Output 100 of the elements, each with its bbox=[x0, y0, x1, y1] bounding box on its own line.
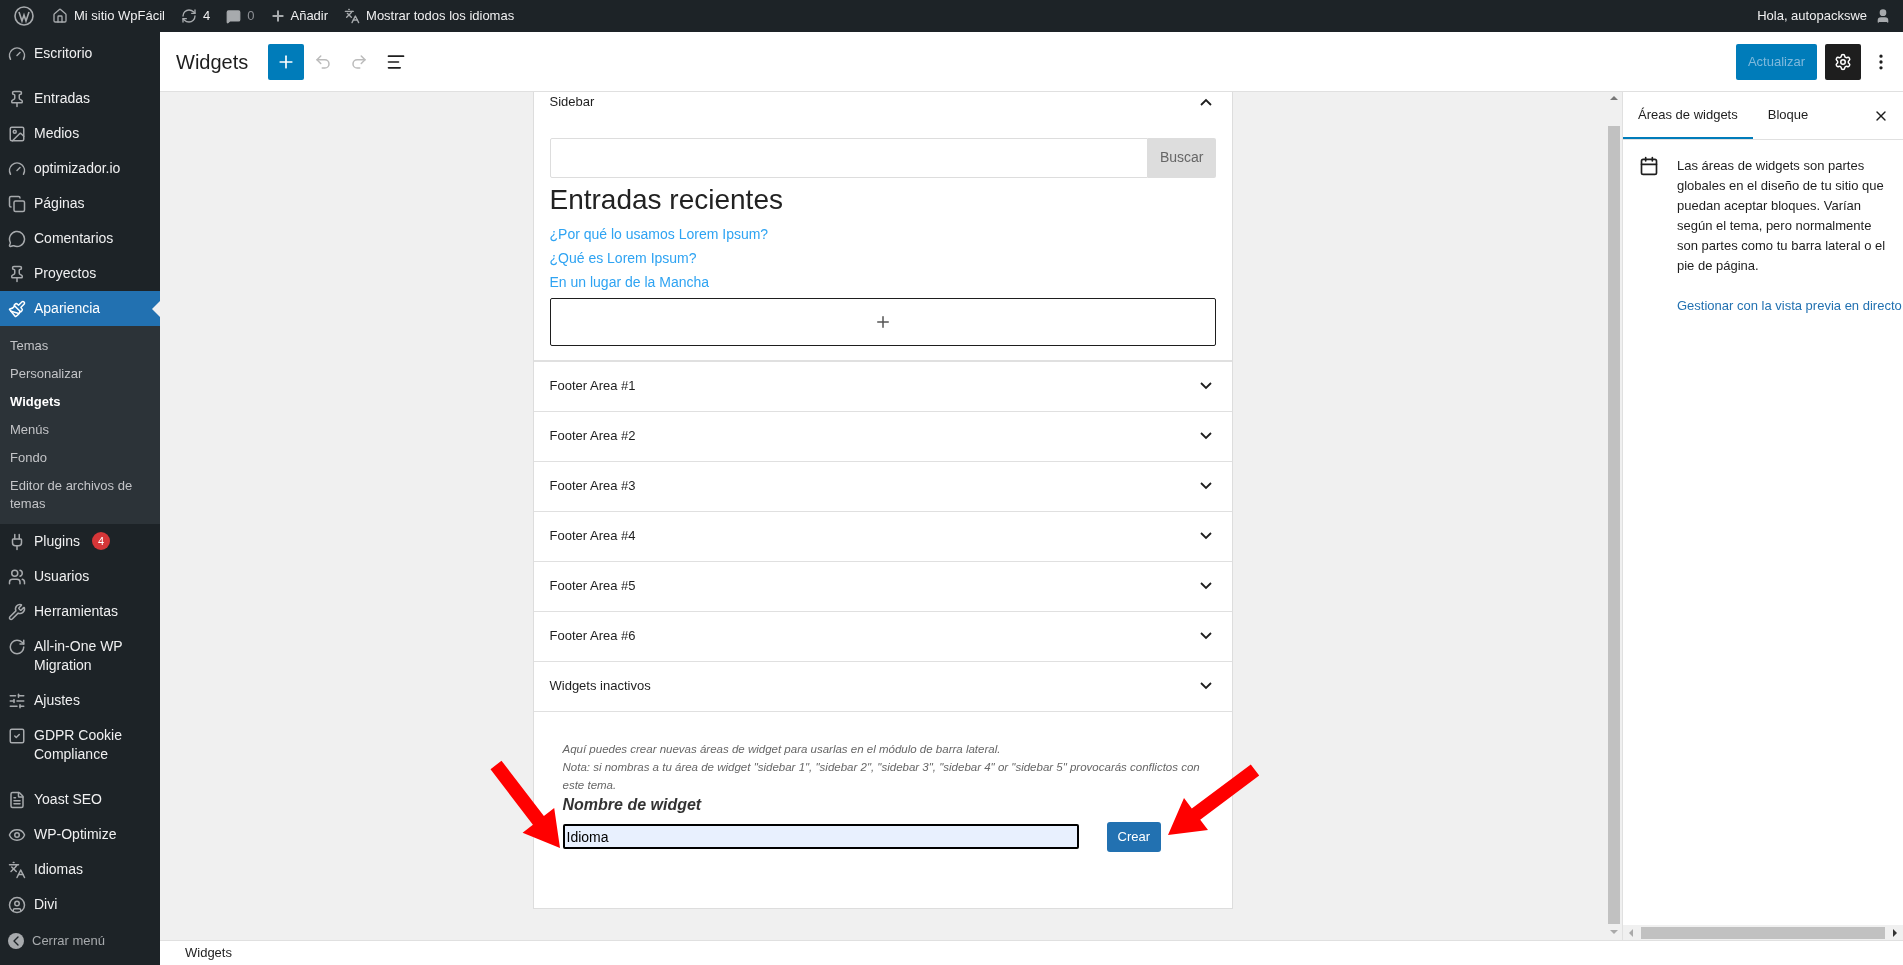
create-button[interactable]: Crear bbox=[1106, 821, 1161, 852]
submenu-item[interactable]: Menús bbox=[0, 416, 160, 444]
menu-icon bbox=[8, 603, 26, 621]
menu-icon bbox=[8, 692, 26, 710]
greeting-link[interactable]: Hola, autopackswe bbox=[1757, 6, 1867, 26]
menu-item[interactable]: Plugins 4 bbox=[0, 524, 160, 559]
menu-label: Medios bbox=[34, 124, 80, 143]
menu-label: Yoast SEO bbox=[34, 790, 102, 809]
vertical-scrollbar[interactable] bbox=[1605, 92, 1622, 940]
menu-label: WP-Optimize bbox=[34, 825, 117, 844]
submenu-item[interactable]: Temas bbox=[0, 332, 160, 360]
note-text: Nota: si nombras a tu área de widget "sidebar 1", "sidebar 2", "sidebar 3", "sidebar 4" or "sidebar 5" provocarás conflictos con este tema. bbox=[562, 759, 1201, 793]
menu-item[interactable]: Comentarios bbox=[0, 221, 160, 256]
area-title: Footer Area #3 bbox=[549, 477, 636, 496]
menu-item[interactable]: Herramientas bbox=[0, 594, 160, 629]
widget-heading: Entradas recientes bbox=[549, 182, 784, 217]
panel-description: Las áreas de widgets son partes globales en el diseño de tu sitio que puedan aceptar bloques. Varían según el tema, pero normalmente son partes como tu barra lateral o el pie de página. bbox=[1677, 157, 1887, 275]
menu-icon bbox=[8, 125, 26, 143]
updates-icon bbox=[181, 8, 197, 24]
menu-item[interactable]: Medios bbox=[0, 116, 160, 151]
live-preview-link[interactable]: Gestionar con la vista previa en directo bbox=[1623, 296, 1903, 316]
area-header[interactable]: Widgets inactivos bbox=[533, 661, 1232, 712]
note-text: Aquí puedes crear nuevas áreas de widget para usarlas en el módulo de barra lateral. bbox=[562, 741, 1002, 757]
expand-chevron-icon bbox=[1199, 582, 1212, 590]
comments-count[interactable]: 0 bbox=[247, 6, 255, 26]
menu-label: optimizador.io bbox=[34, 159, 121, 178]
area-header[interactable]: Footer Area #6 bbox=[533, 611, 1232, 662]
menu-icon bbox=[8, 230, 26, 248]
area-title: Footer Area #5 bbox=[549, 577, 636, 596]
menu-item[interactable]: optimizador.io bbox=[0, 151, 160, 186]
area-header[interactable]: Footer Area #5 bbox=[533, 561, 1232, 612]
submenu-item[interactable]: Editor de archivos de temas bbox=[0, 472, 160, 518]
widget-area-icon bbox=[1639, 156, 1659, 176]
menu-icon bbox=[8, 195, 26, 213]
new-link[interactable]: Añadir bbox=[290, 6, 329, 26]
menu-label: Apariencia bbox=[34, 299, 101, 318]
menu-icon bbox=[8, 45, 26, 63]
wordpress-logo-icon bbox=[14, 6, 34, 26]
horizontal-scrollbar[interactable] bbox=[1623, 925, 1903, 940]
menu-icon bbox=[8, 727, 26, 745]
page-title: Widgets bbox=[176, 49, 249, 75]
menu-item[interactable]: Yoast SEO bbox=[0, 782, 160, 817]
area-title: Footer Area #1 bbox=[549, 377, 636, 396]
submenu-item[interactable]: Widgets bbox=[0, 388, 160, 416]
panel-tab[interactable]: Bloque bbox=[1752, 92, 1824, 139]
menu-item[interactable]: Escritorio bbox=[0, 36, 160, 71]
area-title: Footer Area #2 bbox=[549, 427, 636, 446]
menu-icon bbox=[8, 826, 26, 844]
search-button[interactable]: Buscar bbox=[1147, 137, 1216, 178]
settings-button[interactable] bbox=[1825, 43, 1861, 80]
site-link[interactable]: Mi sitio WpFácil bbox=[74, 6, 165, 26]
menu-label: Proyectos bbox=[34, 264, 97, 283]
breadcrumb[interactable]: Widgets bbox=[185, 943, 232, 963]
menu-item[interactable]: Usuarios bbox=[0, 559, 160, 594]
menu-item[interactable]: GDPR Cookie Compliance bbox=[0, 718, 160, 772]
submenu-item[interactable]: Personalizar bbox=[0, 360, 160, 388]
menu-item[interactable]: Proyectos bbox=[0, 256, 160, 291]
area-title: Sidebar bbox=[549, 93, 595, 111]
area-header[interactable]: Footer Area #4 bbox=[533, 511, 1232, 562]
menu-icon bbox=[8, 791, 26, 809]
comment-icon bbox=[226, 8, 242, 24]
collapse-icon bbox=[8, 932, 24, 949]
menu-item[interactable]: Páginas bbox=[0, 186, 160, 221]
menu-label: GDPR Cookie Compliance bbox=[34, 726, 123, 764]
field-label: Nombre de widget bbox=[562, 794, 703, 815]
area-title: Widgets inactivos bbox=[549, 677, 651, 696]
menu-label: Idiomas bbox=[34, 860, 84, 879]
search-input-field[interactable] bbox=[549, 137, 1148, 178]
menu-label: Escritorio bbox=[34, 44, 93, 63]
expand-chevron-icon bbox=[1199, 632, 1212, 640]
menu-icon bbox=[8, 638, 26, 656]
expand-chevron-icon bbox=[1199, 682, 1212, 690]
updates-count[interactable]: 4 bbox=[203, 6, 211, 26]
translate-icon bbox=[344, 8, 361, 24]
menu-item[interactable]: Ajustes bbox=[0, 683, 160, 718]
area-header[interactable]: Footer Area #1 bbox=[533, 361, 1232, 412]
languages-link[interactable]: Mostrar todos los idiomas bbox=[366, 6, 515, 26]
home-icon bbox=[52, 8, 68, 24]
submenu-item[interactable]: Fondo bbox=[0, 444, 160, 472]
menu-icon bbox=[8, 861, 26, 879]
panel-tab[interactable]: Áreas de widgets bbox=[1623, 92, 1753, 139]
menu-item[interactable]: WP-Optimize bbox=[0, 817, 160, 852]
widget-name-input-field[interactable]: Idioma bbox=[562, 824, 1079, 849]
count-badge: 4 bbox=[91, 532, 111, 550]
area-header[interactable]: Sidebar bbox=[549, 92, 1216, 112]
menu-label: Herramientas bbox=[34, 602, 119, 621]
menu-label: Páginas bbox=[34, 194, 85, 213]
menu-label: Usuarios bbox=[34, 567, 90, 586]
menu-item[interactable]: All-in-One WP Migration bbox=[0, 629, 160, 683]
area-header[interactable]: Footer Area #3 bbox=[533, 461, 1232, 512]
collapse-menu-button[interactable]: Cerrar menú bbox=[0, 924, 160, 958]
menu-item[interactable]: Apariencia bbox=[0, 291, 160, 326]
area-header[interactable]: Footer Area #2 bbox=[533, 411, 1232, 462]
menu-item[interactable]: Entradas bbox=[0, 81, 160, 116]
menu-item[interactable]: Idiomas bbox=[0, 852, 160, 887]
add-block-button[interactable] bbox=[549, 297, 1216, 346]
menu-label: Plugins bbox=[34, 532, 80, 551]
menu-item[interactable]: Divi bbox=[0, 887, 160, 922]
menu-icon bbox=[8, 896, 26, 914]
menu-label: All-in-One WP Migration bbox=[34, 637, 124, 675]
